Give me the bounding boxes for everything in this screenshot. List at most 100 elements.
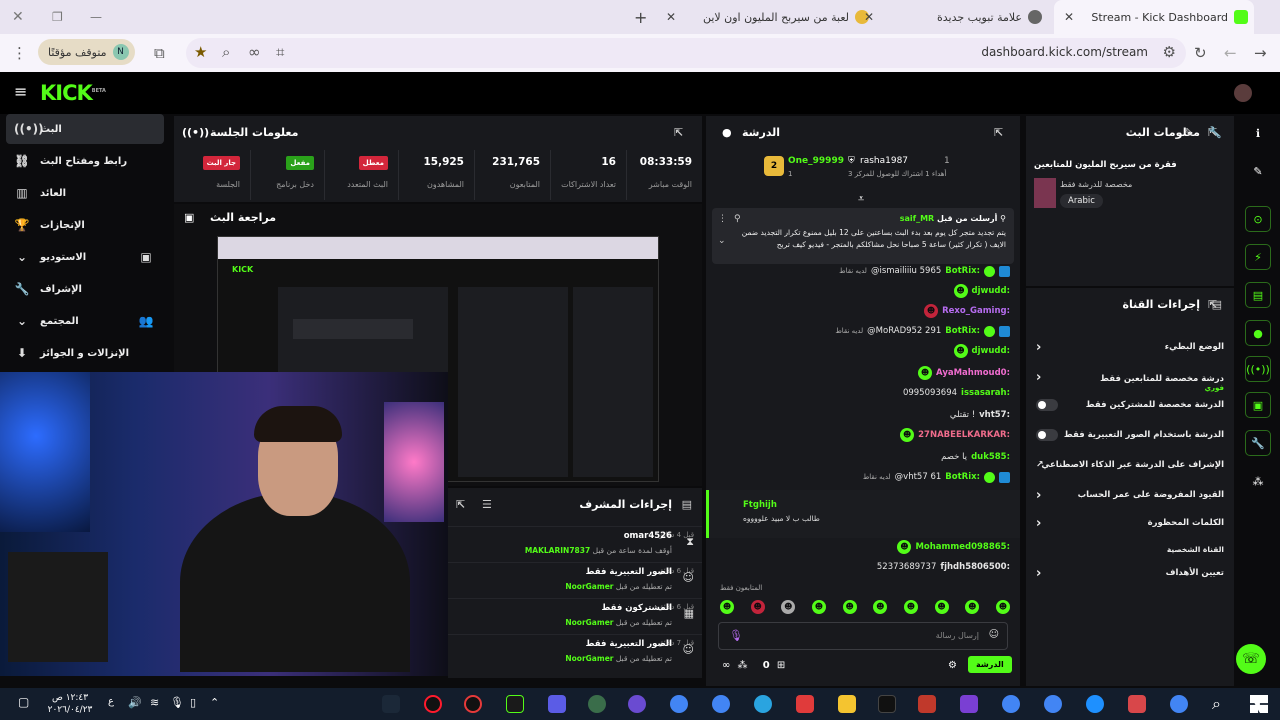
app-icon[interactable]	[506, 695, 524, 713]
tiktok-icon[interactable]	[878, 695, 896, 713]
emote-icon[interactable]: ☻	[811, 600, 826, 614]
app-icon[interactable]	[960, 695, 978, 713]
support-icon[interactable]: ☏	[1236, 644, 1266, 674]
sidebar-item-revenue[interactable]: ▥ العائد	[6, 178, 164, 208]
mic-icon[interactable]: 🎙	[729, 629, 743, 642]
wrench-icon[interactable]: 🔧	[1245, 430, 1271, 456]
chat-username[interactable]: djwudd:	[972, 286, 1010, 296]
app-icon[interactable]	[548, 695, 566, 713]
device-icon[interactable]: ▯	[190, 696, 196, 709]
edge-icon[interactable]	[1086, 695, 1104, 713]
popout-icon[interactable]: ⇱	[994, 126, 1003, 139]
chat-username[interactable]: BotRix:	[945, 472, 980, 482]
users-icon[interactable]: ⁂	[1245, 468, 1271, 494]
chat-icon[interactable]: ●	[1245, 320, 1271, 346]
popout-icon[interactable]: ⇱	[674, 126, 683, 139]
chat-username[interactable]: duk585:	[971, 452, 1010, 462]
obs-icon[interactable]	[464, 695, 482, 713]
emote-icon[interactable]: ☻	[720, 600, 734, 614]
leaderboard-user[interactable]: One_99999	[788, 156, 844, 166]
leaderboard-user[interactable]: rasha1987	[860, 156, 908, 166]
collapse-icon[interactable]: ⩡	[858, 192, 864, 206]
menu-dots-icon[interactable]: ⋮	[12, 44, 27, 62]
sidebar-item-achievements[interactable]: 🏆 الإنجازات	[6, 210, 164, 240]
bolt-icon[interactable]: ⚡	[1245, 244, 1271, 270]
translate-icon[interactable]: ⌗	[276, 43, 284, 61]
opera-icon[interactable]	[424, 695, 442, 713]
action-ai-moderation[interactable]: ↗ الإشراف على الدرشة عبر الذكاء الاصطناعي	[1026, 450, 1234, 480]
action-followers-only[interactable]: › درشة مخصصة للمتابعين فقط فوري	[1026, 362, 1234, 392]
live-icon[interactable]: ((•))	[1245, 356, 1271, 382]
send-chat-button[interactable]: الدرشة	[968, 656, 1012, 673]
hamburger-menu-icon[interactable]: ≡	[14, 82, 27, 101]
sidebar-item-community[interactable]: ⌄ المجتمع 👥	[6, 306, 164, 336]
tab-new-tab[interactable]: ✕ علامة تبويب جديدة	[858, 0, 1048, 34]
chat-settings-icon[interactable]: ⚙	[948, 660, 957, 671]
zoom-icon[interactable]: ⌕	[222, 43, 230, 61]
volume-icon[interactable]: 🔊	[128, 696, 142, 709]
emote-icon[interactable]: ☻	[842, 600, 857, 614]
kick-logo[interactable]: KICKBETA	[40, 81, 106, 105]
language-indicator[interactable]: ع	[108, 696, 114, 707]
app-icon[interactable]	[1128, 695, 1146, 713]
search-icon[interactable]: ⌕	[1212, 694, 1221, 714]
chrome-icon[interactable]	[712, 695, 730, 713]
emote-icon[interactable]: ☻	[873, 600, 888, 614]
chat-username[interactable]: AyaMahmoud0:	[936, 368, 1010, 378]
window-minimize-button[interactable]: —	[84, 0, 114, 34]
subscribers-only-toggle[interactable]	[1036, 399, 1058, 411]
bookmark-star-icon[interactable]: ★	[194, 43, 207, 61]
chat-username[interactable]: BotRix:	[945, 266, 980, 276]
more-icon[interactable]: ⋮	[718, 214, 727, 224]
action-actor[interactable]: NoorGamer	[565, 654, 613, 663]
incognito-icon[interactable]: ∞	[248, 43, 261, 61]
emote-icon[interactable]: ☻	[965, 600, 980, 614]
notification-icon[interactable]: ▢	[18, 695, 29, 709]
emotes-only-toggle[interactable]	[1036, 429, 1058, 441]
back-icon[interactable]: →	[1254, 44, 1267, 62]
chat-input[interactable]: 🎙 إرسال رسالة ☺	[718, 622, 1008, 650]
close-icon[interactable]: ✕	[666, 10, 676, 24]
chat-username[interactable]: vht57:	[979, 410, 1010, 420]
address-bar[interactable]: ★ ⌕ ∞ ⌗ dashboard.kick.com/stream ⚙	[186, 38, 1186, 68]
chat-username[interactable]: Ftghijh	[743, 500, 777, 510]
chat-username[interactable]: 27NABEELKARKAR:	[918, 430, 1010, 440]
reload-icon[interactable]: ↻	[1194, 44, 1207, 62]
emote-icon[interactable]: ☻	[934, 600, 949, 614]
infinity-icon[interactable]: ∞	[722, 660, 730, 671]
chrome-icon[interactable]	[1170, 695, 1188, 713]
mod-action-row[interactable]: قبل 6 دقائق الصور التعبيرية فقط NoorGame…	[448, 562, 702, 598]
chat-username[interactable]: djwudd:	[972, 346, 1010, 356]
app-icon[interactable]	[918, 695, 936, 713]
action-set-goals[interactable]: › تعيين الأهداف	[1026, 558, 1234, 588]
sidebar-item-moderation[interactable]: 🔧 الإشراف	[6, 274, 164, 304]
chrome-icon[interactable]	[670, 695, 688, 713]
sidebar-item-stream[interactable]: ((•)) البث	[6, 114, 164, 144]
channel-icon[interactable]: ▣	[1245, 392, 1271, 418]
windows-start-icon[interactable]	[1250, 695, 1268, 713]
action-slow-mode[interactable]: › الوضع البطيء	[1026, 332, 1234, 362]
filter-icon[interactable]: ☰	[482, 498, 492, 511]
info-icon[interactable]: ℹ	[1245, 120, 1271, 146]
action-actor[interactable]: MAKLARIN7837	[525, 546, 590, 555]
emote-icon[interactable]: ☻	[781, 600, 796, 614]
sidebar-item-studio[interactable]: ⌄ الاستوديو ▣	[6, 242, 164, 272]
telegram-icon[interactable]	[754, 695, 772, 713]
mod-action-row[interactable]: قبل 4 دقائق omar4526 MAKLARIN7837 أوقف ل…	[448, 526, 702, 562]
users-icon[interactable]: ⁂	[738, 660, 748, 671]
forward-icon[interactable]: ←	[1224, 44, 1237, 62]
wifi-icon[interactable]: ≋	[150, 696, 159, 709]
clock[interactable]: ١٢:٤٣ ص ٢٠٢٦/٠٤/٢٣	[44, 692, 96, 716]
app-icon[interactable]	[628, 695, 646, 713]
file-explorer-icon[interactable]	[838, 695, 856, 713]
window-maximize-button[interactable]: ❐	[46, 0, 76, 34]
sidebar-item-stream-key[interactable]: ⛓ رابط ومفتاح البث	[6, 146, 164, 176]
window-close-button[interactable]: ✕	[6, 0, 36, 34]
steam-icon[interactable]	[382, 695, 400, 713]
gift-icon[interactable]: ⊞	[777, 660, 785, 671]
edit-icon[interactable]: ✎	[1184, 126, 1193, 139]
close-icon[interactable]: ✕	[864, 10, 874, 24]
chat-username[interactable]: BotRix:	[945, 326, 980, 336]
target-icon[interactable]: ⊙	[1245, 206, 1271, 232]
close-icon[interactable]: ✕	[1064, 10, 1074, 24]
